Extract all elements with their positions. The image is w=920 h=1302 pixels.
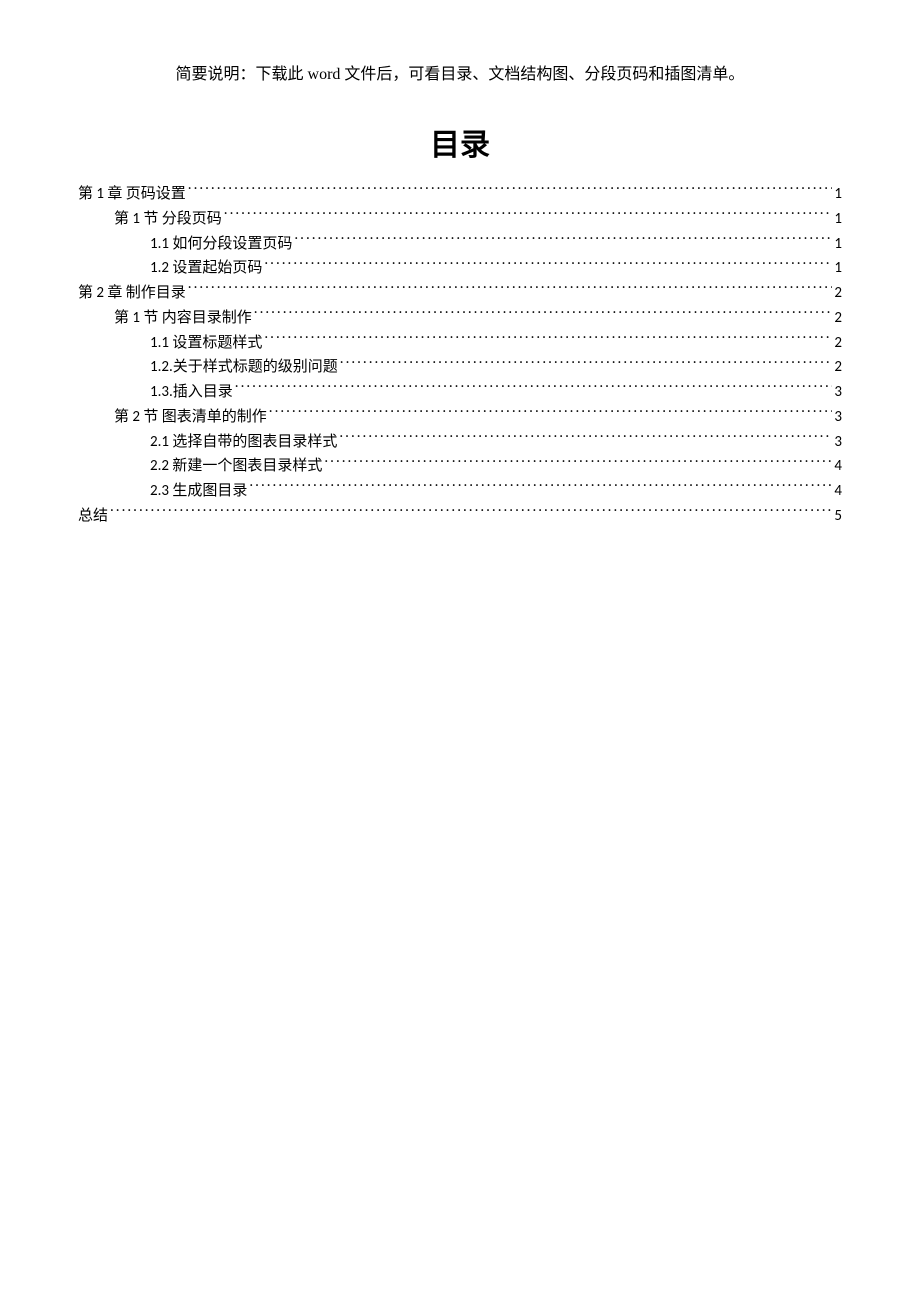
document-note: 简要说明：下载此 word 文件后，可看目录、文档结构图、分段页码和插图清单。 [78,60,842,84]
toc-entry[interactable]: 1.1 如何分段设置页码 1 [78,232,842,257]
toc-dot-leader [294,233,832,248]
toc-entry-page: 1 [834,232,842,257]
toc-title: 目录 [78,120,842,164]
toc-dot-leader [188,183,833,198]
toc-dot-leader [340,356,833,371]
toc-entry-label: 1.2 设置起始页码 [150,256,262,281]
toc-entry-page: 2 [834,331,842,356]
toc-dot-leader [249,480,832,495]
toc-dot-leader [254,307,833,322]
toc-entry[interactable]: 总结 5 [78,504,842,529]
toc-entry-label: 第 2 章 制作目录 [78,281,186,306]
toc-entry-page: 4 [834,479,842,504]
toc-entry[interactable]: 1.2 设置起始页码 1 [78,256,842,281]
toc-entry-page: 2 [834,281,842,306]
toc-entry-label: 2.1 选择自带的图表目录样式 [150,430,337,455]
toc-entry-page: 2 [834,355,842,380]
toc-entry-label: 1.2.关于样式标题的级别问题 [150,355,338,380]
toc-entry-page: 5 [834,504,842,529]
toc-dot-leader [110,505,832,520]
toc-dot-leader [264,257,832,272]
toc-entry-page: 1 [834,207,842,232]
toc-entry-label: 总结 [78,504,108,529]
toc-entry-label: 1.1 如何分段设置页码 [150,232,292,257]
toc-dot-leader [269,406,833,421]
toc-entry[interactable]: 2.2 新建一个图表目录样式 4 [78,454,842,479]
toc-entry-page: 2 [834,306,842,331]
toc-dot-leader [339,431,832,446]
toc-entry[interactable]: 第 2 节 图表清单的制作 3 [78,405,842,430]
toc-entry[interactable]: 第 1 节 内容目录制作 2 [78,306,842,331]
document-page: 简要说明：下载此 word 文件后，可看目录、文档结构图、分段页码和插图清单。 … [0,0,920,1302]
toc-entry[interactable]: 2.3 生成图目录 4 [78,479,842,504]
toc-entry-label: 1.3.插入目录 [150,380,233,405]
toc-entry[interactable]: 第 1 节 分段页码 1 [78,207,842,232]
toc-entry[interactable]: 1.3.插入目录 3 [78,380,842,405]
toc-entry-label: 2.3 生成图目录 [150,479,247,504]
toc-dot-leader [224,208,833,223]
toc-entry[interactable]: 1.2.关于样式标题的级别问题 2 [78,355,842,380]
toc-entry-page: 3 [834,405,842,430]
table-of-contents: 第 1 章 页码设置1第 1 节 分段页码11.1 如何分段设置页码11.2 设… [78,182,842,529]
toc-dot-leader [264,332,832,347]
toc-entry[interactable]: 第 1 章 页码设置 1 [78,182,842,207]
toc-entry[interactable]: 2.1 选择自带的图表目录样式 3 [78,430,842,455]
toc-dot-leader [188,282,833,297]
toc-entry-page: 1 [834,182,842,207]
toc-entry-page: 4 [834,454,842,479]
toc-entry-page: 3 [834,430,842,455]
toc-entry-label: 第 1 章 页码设置 [78,182,186,207]
toc-entry[interactable]: 第 2 章 制作目录 2 [78,281,842,306]
toc-entry-label: 第 1 节 内容目录制作 [114,306,252,331]
toc-entry-page: 3 [834,380,842,405]
toc-entry-label: 第 1 节 分段页码 [114,207,222,232]
toc-entry-label: 第 2 节 图表清单的制作 [114,405,267,430]
toc-entry[interactable]: 1.1 设置标题样式 2 [78,331,842,356]
toc-entry-label: 1.1 设置标题样式 [150,331,262,356]
toc-dot-leader [324,455,832,470]
toc-entry-label: 2.2 新建一个图表目录样式 [150,454,322,479]
toc-entry-page: 1 [834,256,842,281]
toc-dot-leader [235,381,833,396]
